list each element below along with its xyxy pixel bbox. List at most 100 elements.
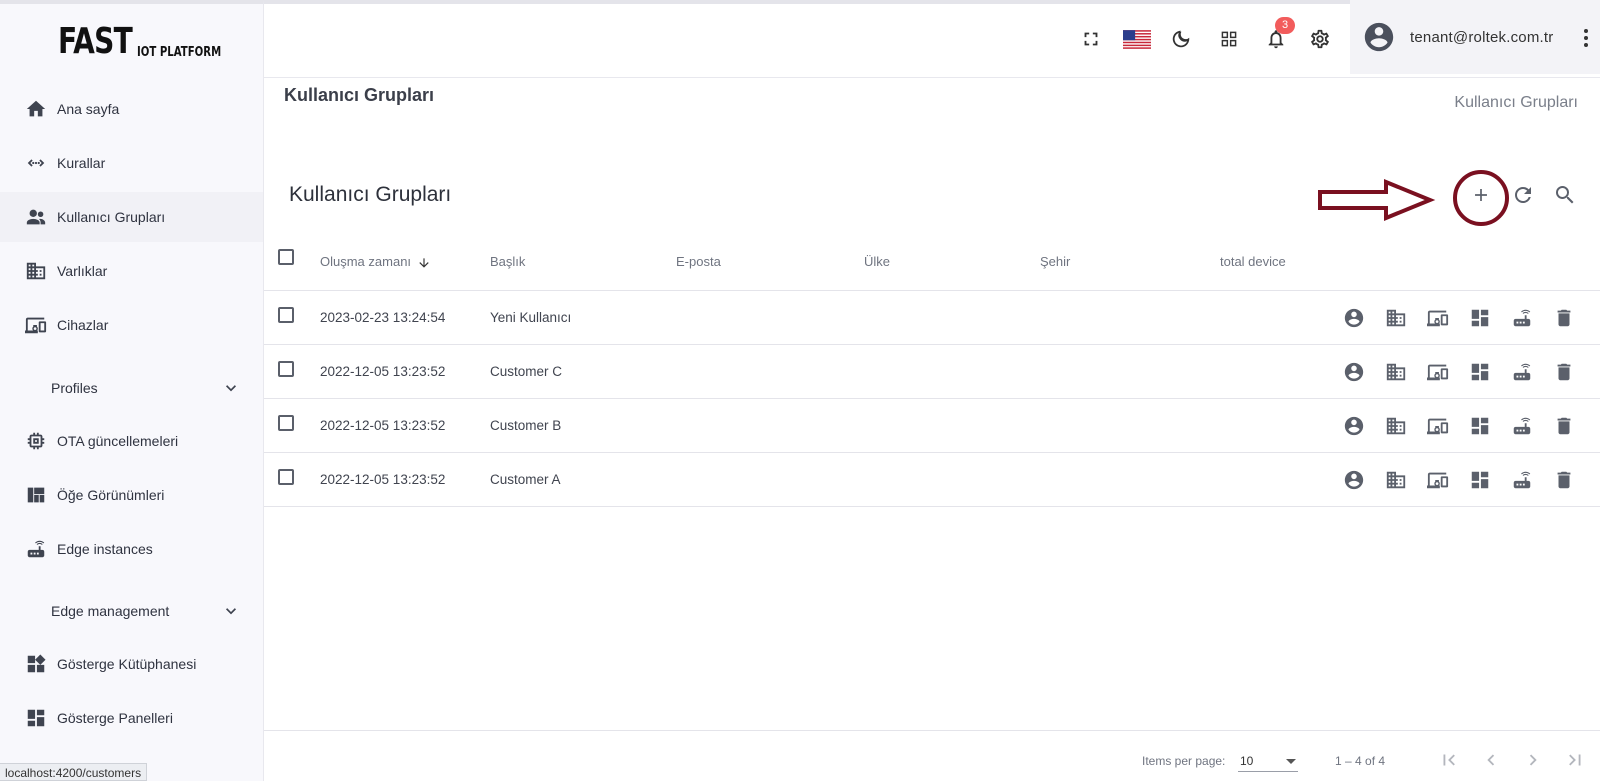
cell-title: Yeni Kullanıcı [490, 310, 572, 325]
row-checkbox[interactable] [278, 361, 294, 377]
us-flag-icon[interactable] [1122, 26, 1152, 52]
router-icon[interactable] [1510, 414, 1534, 438]
cell-created: 2022-12-05 13:23:52 [320, 472, 446, 487]
table-row[interactable]: 2022-12-05 13:23:52 Customer A [264, 453, 1600, 507]
delete-icon[interactable] [1552, 414, 1576, 438]
router-icon [24, 537, 48, 561]
delete-icon[interactable] [1552, 306, 1576, 330]
devices-icon[interactable] [1426, 468, 1450, 492]
breadcrumb[interactable]: Kullanıcı Grupları [1454, 94, 1578, 112]
page-range-label: 1 – 4 of 4 [1335, 754, 1386, 768]
domain-icon[interactable] [1384, 306, 1408, 330]
paginator: Items per page: 10 1 – 4 of 4 [264, 730, 1600, 781]
dashboard-icon[interactable] [1468, 306, 1492, 330]
chevron-down-icon [221, 378, 241, 398]
page-title: Kullanıcı Grupları [284, 85, 435, 105]
app-root: FAST IOT PLATFORM Ana sayfa Kurallar Kul… [0, 0, 1600, 781]
last-page-icon[interactable] [1562, 747, 1588, 773]
dashboard-icon[interactable] [1468, 468, 1492, 492]
page-size-value: 10 [1240, 754, 1254, 768]
row-checkbox[interactable] [278, 307, 294, 323]
table-row[interactable]: 2022-12-05 13:23:52 Customer C [264, 345, 1600, 399]
column-header-country[interactable]: Ülke [864, 254, 890, 269]
sidebar-item-label: Kurallar [57, 155, 106, 171]
fullscreen-icon[interactable] [1078, 26, 1104, 52]
devices-icon[interactable] [1426, 414, 1450, 438]
more-vert-icon[interactable] [1580, 27, 1592, 49]
notification-badge: 3 [1275, 17, 1295, 34]
domain-icon[interactable] [1384, 414, 1408, 438]
account-circle-icon[interactable] [1342, 360, 1366, 384]
sidebar-item-widget-library[interactable]: Gösterge Kütüphanesi [0, 639, 263, 689]
delete-icon[interactable] [1552, 360, 1576, 384]
dropdown-caret-icon [1286, 759, 1296, 764]
cell-title: Customer A [490, 472, 561, 487]
dark-mode-icon[interactable] [1168, 26, 1194, 52]
row-checkbox[interactable] [278, 469, 294, 485]
column-header-title[interactable]: Başlık [490, 254, 525, 269]
select-all-checkbox[interactable] [278, 249, 294, 265]
rule-chain-icon [24, 151, 48, 175]
sidebar-item-label: Profiles [51, 380, 98, 396]
sidebar-item-widget-views[interactable]: Öğe Görünümleri [0, 470, 263, 520]
domain-icon[interactable] [1384, 360, 1408, 384]
devices-icon[interactable] [1426, 306, 1450, 330]
row-checkbox[interactable] [278, 415, 294, 431]
apps-icon[interactable] [1216, 26, 1242, 52]
logo-sub-text: IOT PLATFORM [136, 45, 221, 60]
search-icon[interactable] [1552, 182, 1578, 208]
table-row[interactable]: 2022-12-05 13:23:52 Customer B [264, 399, 1600, 453]
router-icon[interactable] [1510, 306, 1534, 330]
sidebar-item-label: Edge instances [57, 541, 153, 557]
sidebar-item-devices[interactable]: Cihazlar [0, 300, 263, 350]
settings-icon[interactable] [1307, 26, 1333, 52]
column-header-created[interactable]: Oluşma zamanı [320, 254, 431, 270]
column-header-email[interactable]: E-posta [676, 254, 721, 269]
sidebar-item-edge-instances[interactable]: Edge instances [0, 524, 263, 574]
column-header-city[interactable]: Şehir [1040, 254, 1070, 269]
sidebar-group-edge-management[interactable]: Edge management [0, 587, 263, 635]
previous-page-icon[interactable] [1478, 747, 1504, 773]
cell-title: Customer C [490, 364, 563, 379]
sidebar-item-label: OTA güncellemeleri [57, 433, 179, 449]
next-page-icon[interactable] [1520, 747, 1546, 773]
first-page-icon[interactable] [1436, 747, 1462, 773]
sidebar-item-label: Gösterge Kütüphanesi [57, 656, 197, 672]
sidebar-item-label: Ana sayfa [57, 101, 120, 117]
router-icon[interactable] [1510, 360, 1534, 384]
column-header-total-device[interactable]: total device [1220, 254, 1286, 269]
sidebar-item-home[interactable]: Ana sayfa [0, 84, 263, 134]
table-row[interactable]: 2023-02-23 13:24:54 Yeni Kullanıcı [264, 291, 1600, 345]
items-per-page-label: Items per page: [1142, 754, 1226, 768]
sidebar-item-label: Edge management [51, 603, 170, 619]
table-header: Oluşma zamanı Başlık E-posta Ülke Şehir … [264, 235, 1600, 291]
logo[interactable]: FAST IOT PLATFORM [58, 22, 245, 62]
add-icon[interactable] [1468, 182, 1494, 208]
column-header-label: Oluşma zamanı [320, 254, 412, 269]
account-circle-icon[interactable] [1342, 306, 1366, 330]
dashboard-icon[interactable] [1468, 414, 1492, 438]
refresh-icon[interactable] [1510, 182, 1536, 208]
dashboard-icon[interactable] [1468, 360, 1492, 384]
user-email: tenant@roltek.com.tr [1410, 28, 1554, 46]
delete-icon[interactable] [1552, 468, 1576, 492]
account-circle-icon[interactable] [1342, 468, 1366, 492]
devices-icon[interactable] [1426, 360, 1450, 384]
sidebar-item-assets[interactable]: Varlıklar [0, 246, 263, 296]
cell-created: 2022-12-05 13:23:52 [320, 364, 446, 379]
router-icon[interactable] [1510, 468, 1534, 492]
sidebar-item-rules[interactable]: Kurallar [0, 138, 263, 188]
sidebar-item-label: Gösterge Panelleri [57, 710, 173, 726]
view-quilt-icon [24, 483, 48, 507]
sidebar-item-dashboards[interactable]: Gösterge Panelleri [0, 693, 263, 743]
domain-icon[interactable] [1384, 468, 1408, 492]
sidebar-item-label: Öğe Görünümleri [57, 487, 165, 503]
sidebar-item-ota-updates[interactable]: OTA güncellemeleri [0, 416, 263, 466]
domain-icon [24, 259, 48, 283]
sidebar-group-profiles[interactable]: Profiles [0, 364, 263, 412]
dashboard-icon [24, 706, 48, 730]
account-circle-icon[interactable] [1342, 414, 1366, 438]
user-menu[interactable]: tenant@roltek.com.tr [1350, 0, 1600, 74]
page-size-select[interactable]: 10 [1238, 746, 1298, 772]
sidebar-item-customers[interactable]: Kullanıcı Grupları [0, 192, 263, 242]
